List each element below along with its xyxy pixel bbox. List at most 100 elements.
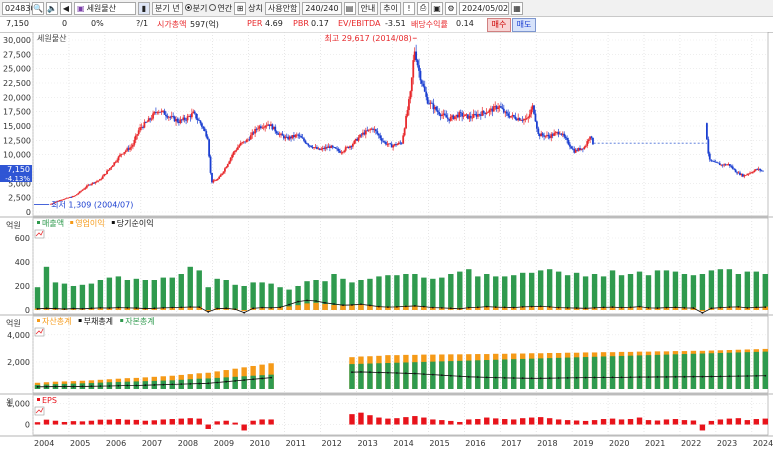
total-liabilities-point: [557, 377, 560, 379]
total-liabilities-point: [270, 376, 273, 379]
total-liabilities-point: [387, 371, 389, 374]
total-equity-bar: [663, 354, 670, 389]
total-equity-bar: [672, 354, 679, 389]
net-income-point: [701, 311, 704, 314]
eps-bar: [457, 421, 463, 425]
total-equity-bar: [555, 357, 562, 389]
price-candle: [344, 147, 347, 151]
net-income-point: [297, 300, 299, 303]
eps-bar: [528, 417, 535, 425]
price-candle: [74, 195, 77, 197]
price-candle: [163, 110, 166, 115]
net-income-point: [413, 305, 416, 307]
price-candle: [216, 178, 219, 181]
net-income-point: [243, 311, 246, 314]
radio-quarter[interactable]: 분기: [184, 3, 207, 14]
search-icon[interactable]: 🔍: [32, 1, 44, 15]
price-candle: [75, 194, 78, 196]
eps-bar: [385, 418, 391, 425]
panel-frame: [32, 394, 769, 436]
buy-button[interactable]: 매수: [487, 18, 511, 32]
doc-icon[interactable]: ▤: [343, 1, 356, 15]
price-candle: [136, 134, 139, 136]
total-liabilities-point: [36, 385, 39, 388]
sell-button[interactable]: 매도: [512, 18, 536, 32]
price-change: 0: [62, 19, 68, 28]
eps-bar: [223, 420, 229, 425]
price-candle: [705, 123, 708, 140]
price-candle: [436, 110, 439, 113]
price-candle: [485, 112, 488, 114]
price-y-tick: 27,500: [3, 50, 31, 59]
price-candle: [524, 118, 527, 120]
radio-off-icon: [209, 3, 217, 11]
count-field[interactable]: 240/240: [302, 1, 342, 15]
y-tick-label: 0: [25, 306, 30, 315]
revenue-bar: [564, 275, 571, 310]
total-liabilities-point: [261, 377, 264, 380]
revenue-bar: [196, 270, 202, 310]
chart-type-icon[interactable]: ▮: [138, 1, 150, 15]
trend-button[interactable]: 추이: [380, 1, 402, 15]
price-candle: [97, 180, 100, 182]
lock-icon[interactable]: ⊞: [234, 1, 247, 15]
stock-code-input[interactable]: 024830: [2, 1, 36, 15]
net-income-point: [135, 307, 138, 309]
metric-select[interactable]: 사용안함: [264, 1, 301, 15]
price-candle: [419, 70, 422, 81]
eps-bar: [654, 420, 661, 425]
arrow-left-icon[interactable]: ◀: [60, 1, 72, 15]
revenue-bar: [672, 271, 679, 310]
mode-label[interactable]: 상치: [248, 3, 263, 14]
market-cap-label: 시가총액: [157, 20, 187, 29]
price-candle: [303, 138, 305, 141]
print-icon[interactable]: ⎙: [417, 1, 430, 15]
total-liabilities-point: [369, 371, 371, 374]
price-candle: [379, 135, 382, 139]
revenue-bar: [241, 286, 247, 310]
net-income-point: [467, 306, 470, 309]
per-label: PER: [247, 19, 263, 28]
total-equity-bar: [232, 376, 238, 389]
net-income-point: [440, 306, 443, 309]
price-candle: [446, 117, 449, 119]
price-candle: [731, 166, 734, 169]
high-annotation: 최고 29,617 (2014/08): [324, 33, 411, 43]
panel-unit-label: 원: [6, 398, 13, 407]
revenue-bar: [690, 275, 697, 310]
speaker-icon[interactable]: 🔈: [46, 1, 58, 15]
total-liabilities-point: [243, 379, 246, 381]
net-income-point: [126, 306, 129, 309]
total-liabilities-point: [162, 383, 165, 386]
total-liabilities-point: [728, 375, 731, 378]
eps-bar: [259, 419, 265, 425]
price-candle: [152, 113, 154, 119]
info-bar: 7,150 0 0% ?/1 시가총액 597(억) PER 4.69 PBR …: [0, 17, 773, 33]
eps-bar: [43, 419, 50, 425]
calendar-icon[interactable]: ▦: [511, 1, 524, 15]
period-select[interactable]: 분기 년: [152, 1, 183, 15]
chart-area[interactable]: 2004 2005 2006 2007 2008 2009 2010 2011 2012 2013…: [0, 32, 773, 451]
net-income-point: [638, 305, 641, 308]
price-candle: [183, 117, 186, 120]
price-candle: [310, 145, 313, 147]
guide-button[interactable]: 안내: [357, 1, 379, 15]
eps-bar: [268, 419, 274, 425]
eps-bar: [627, 419, 634, 425]
y-tick-label: 0: [25, 421, 30, 430]
settings-icon[interactable]: ⚙: [445, 1, 458, 15]
save-icon[interactable]: ▣: [431, 1, 444, 15]
total-equity-bar: [394, 362, 400, 389]
date-field[interactable]: 2024/05/02: [459, 1, 510, 15]
stock-name-field[interactable]: ▣ 세원물산: [74, 1, 136, 15]
total-equity-bar: [681, 354, 688, 389]
radio-year[interactable]: 연간: [209, 3, 232, 14]
price-candle: [435, 106, 438, 111]
revenue-bar: [717, 269, 724, 310]
price-candle: [123, 152, 126, 154]
x-tick-label: 2007: [142, 439, 162, 448]
alert-icon[interactable]: !: [403, 1, 416, 15]
price-candle: [165, 114, 167, 117]
eps-bar: [403, 417, 409, 425]
total-liabilities-point: [413, 372, 416, 375]
